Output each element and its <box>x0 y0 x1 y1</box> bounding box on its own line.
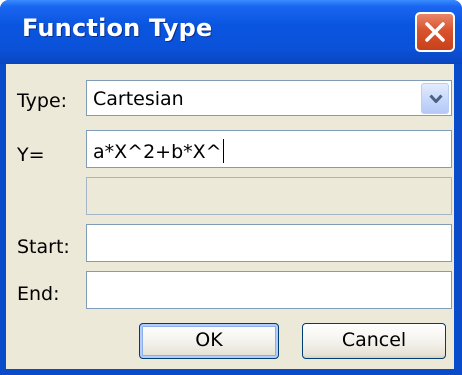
start-label: Start: <box>17 236 70 258</box>
start-input[interactable] <box>86 224 452 262</box>
close-icon <box>425 22 445 42</box>
extra-input-disabled <box>86 177 452 215</box>
type-select[interactable]: Cartesian <box>86 80 452 116</box>
y-expression-value: a*X^2+b*X^ <box>93 141 222 163</box>
dialog-body: Type: Cartesian Y= a*X^2+b*X^ Start: End… <box>6 64 454 369</box>
close-button[interactable] <box>415 12 455 52</box>
y-expression-input[interactable]: a*X^2+b*X^ <box>86 130 452 168</box>
y-label: Y= <box>17 144 45 166</box>
cancel-button[interactable]: Cancel <box>302 323 446 359</box>
end-input[interactable] <box>86 271 452 309</box>
text-caret <box>222 139 224 163</box>
chevron-down-icon <box>429 94 443 103</box>
type-select-dropdown-button[interactable] <box>421 83 449 114</box>
title-bar[interactable]: Function Type <box>0 0 462 64</box>
ok-button[interactable]: OK <box>139 323 279 359</box>
dialog-window: Function Type Type: Cartesian Y= a*X^2+b… <box>0 0 462 375</box>
end-label: End: <box>17 283 60 305</box>
window-title: Function Type <box>22 14 213 42</box>
type-label: Type: <box>17 90 68 112</box>
type-select-value: Cartesian <box>93 88 184 110</box>
